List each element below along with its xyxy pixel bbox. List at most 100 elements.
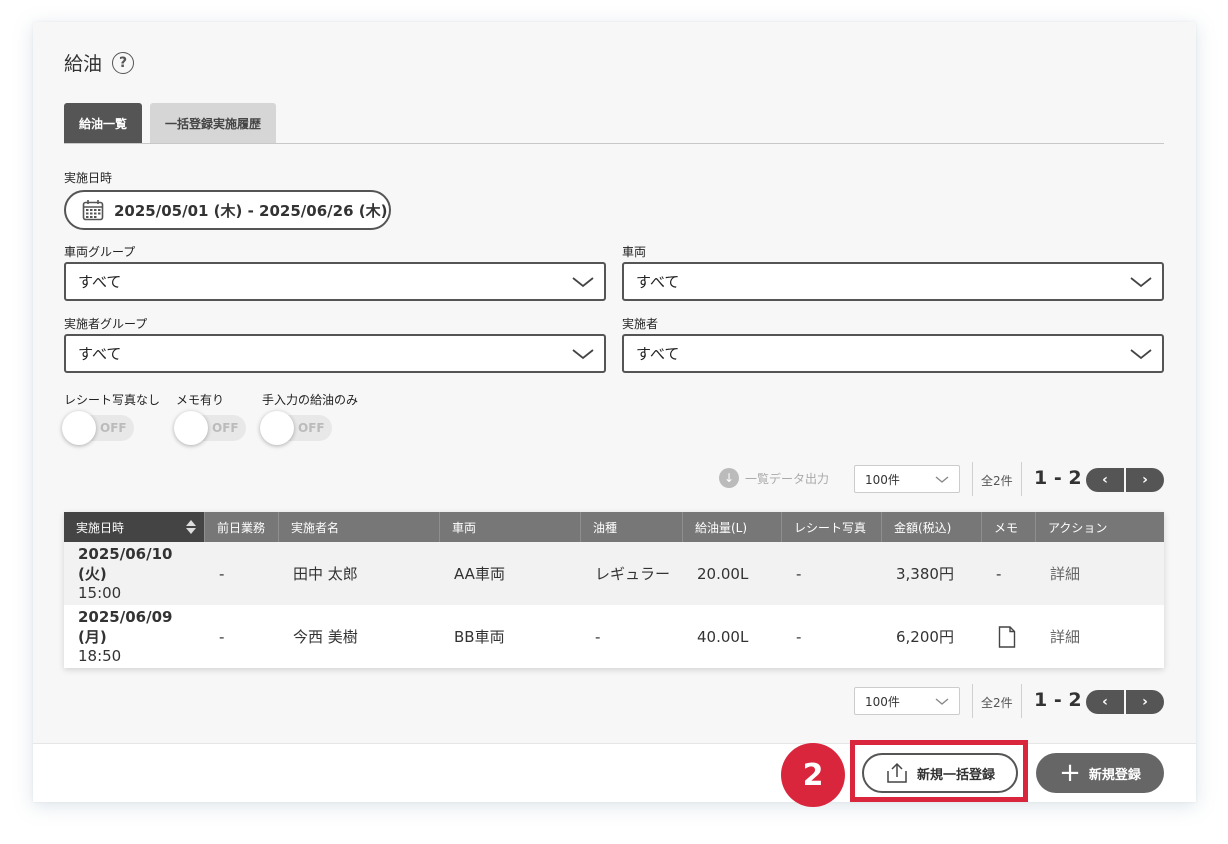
table-row[interactable]: 2025/06/09 (月) 18:50 - 今西 美樹 BB車両 - 40.0… (64, 605, 1164, 668)
next-page-button[interactable]: › (1126, 690, 1164, 714)
cell-date: 2025/06/10 (火) 15:00 (64, 542, 205, 605)
per-page-value: 100件 (865, 694, 900, 709)
col-header-vehicle: 車両 (440, 512, 581, 542)
per-page-select-bottom[interactable]: 100件 (854, 687, 960, 715)
total-count: 全2件 (981, 474, 1013, 488)
divider (1021, 462, 1022, 496)
chevron-down-icon (1130, 277, 1152, 288)
next-page-button[interactable]: › (1126, 468, 1164, 492)
bulk-register-label: 新規一括登録 (916, 767, 995, 783)
divider (1021, 684, 1022, 718)
col-header-memo: メモ (982, 512, 1036, 542)
date-range-picker[interactable]: 2025/05/01 (木) - 2025/06/26 (木) (64, 190, 391, 230)
vehicle-group-select[interactable]: すべて (64, 262, 606, 301)
sort-icon (186, 520, 196, 534)
pager: ‹ › (1086, 468, 1164, 492)
tab-fuel-list[interactable]: 給油一覧 (64, 103, 143, 143)
cell-vehicle: BB車両 (454, 628, 505, 646)
operator-select[interactable]: すべて (622, 334, 1164, 373)
chevron-down-icon (1130, 349, 1152, 360)
prev-page-button[interactable]: ‹ (1086, 468, 1124, 492)
col-header-amount: 給油量(L) (683, 512, 782, 542)
page-range: 1 - 2 (1034, 467, 1082, 489)
cell-operator: 田中 太郎 (293, 565, 358, 583)
toggle-label-manual-only: 手入力の給油のみ (262, 393, 359, 407)
operator-value: すべて (636, 345, 680, 363)
col-header-receipt: レシート写真 (782, 512, 882, 542)
step-badge: 2 (781, 743, 845, 807)
operator-label: 実施者 (622, 317, 659, 331)
bulk-register-button[interactable]: 新規一括登録 (862, 753, 1018, 793)
per-page-value: 100件 (865, 472, 900, 487)
fuel-table: 実施日時 前日業務 実施者名 車両 油種 給油量(L) レシート写真 金額(税込… (64, 512, 1164, 668)
cell-price: 3,380円 (896, 565, 954, 583)
toggle-state: OFF (298, 421, 325, 435)
question-circle-icon[interactable]: ? (112, 51, 135, 74)
col-header-date[interactable]: 実施日時 (64, 512, 205, 542)
divider (972, 684, 973, 718)
col-header-prev-day: 前日業務 (205, 512, 279, 542)
vehicle-group-value: すべて (78, 273, 122, 291)
table-header: 実施日時 前日業務 実施者名 車両 油種 給油量(L) レシート写真 金額(税込… (64, 512, 1164, 542)
detail-link[interactable]: 詳細 (1036, 605, 1164, 668)
cell-receipt: - (796, 564, 802, 583)
toggle-state: OFF (212, 421, 239, 435)
vehicle-select[interactable]: すべて (622, 262, 1164, 301)
vehicle-label: 車両 (622, 245, 647, 259)
cell-memo: - (996, 564, 1002, 583)
toggle-label-no-receipt: レシート写真なし (64, 393, 161, 407)
cell-operator: 今西 美樹 (293, 628, 358, 646)
download-icon: ↓ (719, 468, 739, 488)
download-label: 一覧データ出力 (745, 471, 830, 486)
detail-link[interactable]: 詳細 (1036, 542, 1164, 605)
calendar-icon (82, 200, 104, 221)
vehicle-group-label: 車両グループ (64, 245, 136, 259)
toggle-manual-only[interactable]: OFF (260, 411, 332, 445)
cell-date-day: 2025/06/09 (月) (78, 608, 173, 646)
toggle-knob (62, 411, 96, 445)
page-range-bottom: 1 - 2 (1034, 689, 1082, 711)
col-header-label: 実施日時 (76, 520, 125, 535)
new-register-button[interactable]: + 新規登録 (1036, 753, 1164, 793)
prev-page-button[interactable]: ‹ (1086, 690, 1124, 714)
toggle-no-receipt[interactable]: OFF (62, 411, 134, 445)
tab-divider (64, 143, 1164, 144)
per-page-select[interactable]: 100件 (854, 465, 960, 493)
chevron-down-icon (572, 349, 594, 360)
document-icon[interactable] (998, 625, 1016, 648)
toggle-has-memo[interactable]: OFF (174, 411, 246, 445)
tab-bulk-history[interactable]: 一括登録実施履歴 (150, 103, 277, 143)
col-header-fuel: 油種 (581, 512, 683, 542)
cell-amount: 40.00L (697, 627, 749, 646)
cell-fuel: レギュラー (595, 565, 671, 583)
date-label: 実施日時 (64, 171, 113, 185)
new-register-label: 新規登録 (1088, 767, 1141, 783)
main-panel: 給油 ? 給油一覧 一括登録実施履歴 実施日時 2025/05/01 (木) -… (33, 22, 1196, 807)
cell-prev-day: - (219, 627, 225, 646)
table-row[interactable]: 2025/06/10 (火) 15:00 - 田中 太郎 AA車両 レギュラー … (64, 542, 1164, 605)
operator-group-value: すべて (78, 345, 122, 363)
toggle-knob (174, 411, 208, 445)
upload-icon (887, 762, 907, 783)
operator-group-select[interactable]: すべて (64, 334, 606, 373)
plus-icon: + (1059, 758, 1081, 788)
tab-bar: 給油一覧 一括登録実施履歴 (64, 103, 277, 143)
date-range-text: 2025/05/01 (木) - 2025/06/26 (木) (114, 201, 388, 220)
page-title: 給油 ? (64, 49, 135, 76)
chevron-down-icon (935, 476, 949, 483)
pager-bottom: ‹ › (1086, 690, 1164, 714)
toggle-label-has-memo: メモ有り (176, 393, 225, 407)
cell-vehicle: AA車両 (454, 565, 505, 583)
cell-amount: 20.00L (697, 564, 749, 583)
cell-date-time: 18:50 (78, 647, 122, 665)
cell-date-day: 2025/06/10 (火) (78, 545, 173, 583)
divider (972, 462, 973, 496)
toggle-knob (260, 411, 294, 445)
operator-group-label: 実施者グループ (64, 317, 148, 331)
download-button[interactable]: ↓ 一覧データ出力 (719, 468, 829, 488)
toggle-state: OFF (100, 421, 127, 435)
cell-date-time: 15:00 (78, 584, 122, 602)
chevron-down-icon (935, 698, 949, 705)
cell-prev-day: - (219, 564, 225, 583)
col-header-price: 金額(税込) (882, 512, 982, 542)
